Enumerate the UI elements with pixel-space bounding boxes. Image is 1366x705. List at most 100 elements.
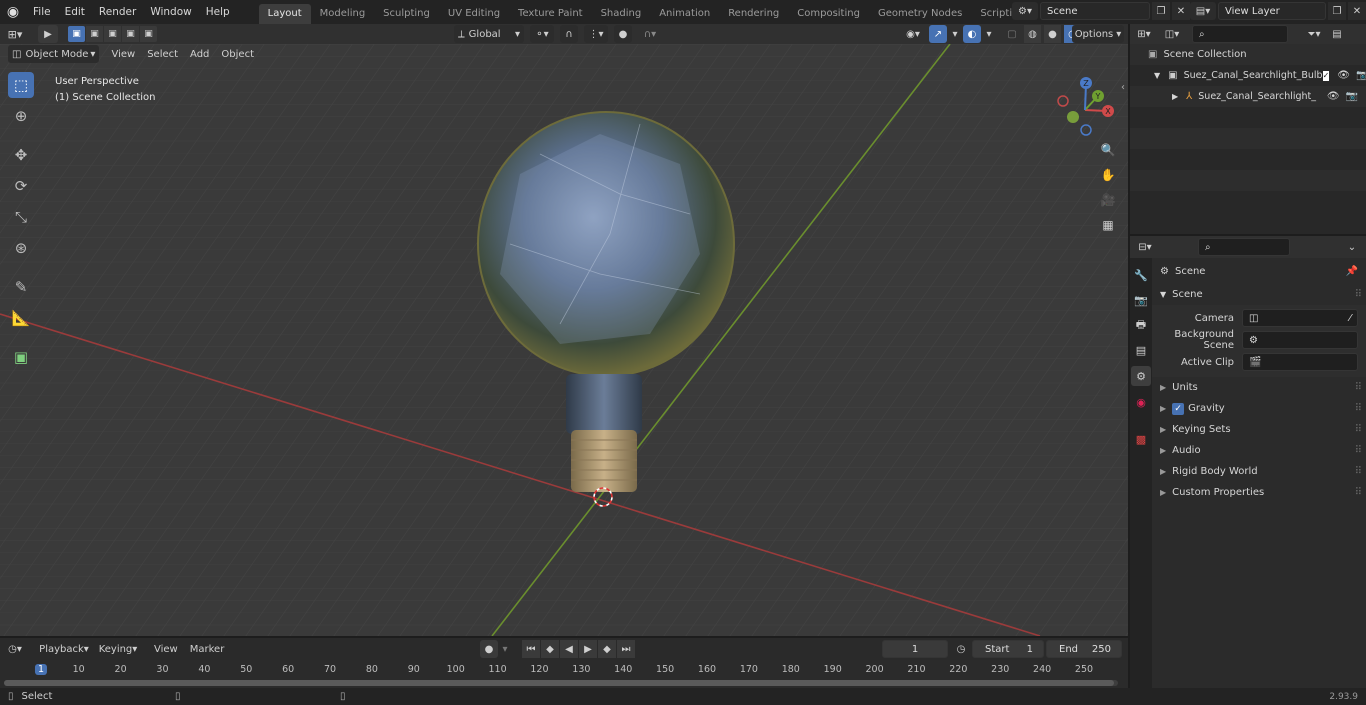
world-tab-icon[interactable]: ◉: [1132, 393, 1150, 411]
camera-icon[interactable]: 📷: [1356, 70, 1366, 81]
record-icon[interactable]: ●: [480, 640, 498, 658]
outliner-root-row[interactable]: ▣ Scene Collection: [1130, 44, 1366, 65]
workspace-tab-layout[interactable]: Layout: [258, 4, 311, 24]
xray-toggle-icon[interactable]: ▢: [1003, 25, 1021, 43]
display-mode-icon[interactable]: ◫▾: [1158, 25, 1186, 43]
move-tool[interactable]: ✥: [8, 142, 34, 168]
expand-arrow-icon[interactable]: ▶: [1172, 92, 1178, 101]
drag-handle-icon[interactable]: ⠿: [1355, 403, 1362, 414]
expand-arrow-icon[interactable]: ▼: [1154, 71, 1160, 80]
panel-keying-sets[interactable]: ▶ Keying Sets ⠿: [1152, 419, 1366, 440]
timeline-scrollbar-thumb[interactable]: [4, 680, 1114, 686]
exclude-checkbox-icon[interactable]: ✓: [1322, 70, 1330, 81]
drag-handle-icon[interactable]: ⠿: [1355, 382, 1362, 393]
scale-tool[interactable]: ⤡: [8, 204, 34, 230]
rotate-tool[interactable]: ⟳: [8, 173, 34, 199]
panel-rigid-body-world[interactable]: ▶ Rigid Body World ⠿: [1152, 461, 1366, 482]
jump-start-icon[interactable]: ⏮: [522, 640, 540, 658]
timeline-ruler[interactable]: 1 10 20 30 40 50 60 70 80 90 100 110 120 130 140 150 160…: [0, 660, 1128, 688]
workspace-tab-modeling[interactable]: Modeling: [311, 4, 375, 24]
menu-file[interactable]: File: [26, 2, 58, 22]
timeline-view-menu[interactable]: View: [148, 644, 184, 655]
new-collection-icon[interactable]: ▤: [1328, 25, 1346, 43]
solid-shading-icon[interactable]: ●: [1044, 25, 1061, 43]
viewport-menu-view[interactable]: View: [105, 49, 141, 60]
texture-tab-icon[interactable]: ▩: [1132, 430, 1150, 448]
falloff-icon[interactable]: ∩▾: [638, 25, 662, 43]
editor-type-icon[interactable]: ◷▾: [0, 640, 30, 658]
select-extend-icon[interactable]: ▣: [86, 26, 103, 42]
pivot-point-icon[interactable]: ⚬▾: [530, 25, 554, 43]
snap-toggle-icon[interactable]: ∩: [560, 25, 578, 43]
gravity-checkbox[interactable]: ✓: [1172, 402, 1185, 415]
editor-type-icon[interactable]: ⊟▾: [1130, 238, 1160, 256]
eye-icon[interactable]: 👁: [1327, 91, 1340, 102]
options-dropdown[interactable]: Options ▾: [1072, 25, 1124, 43]
playback-menu[interactable]: Playback ▾: [36, 640, 92, 658]
remove-view-layer-icon[interactable]: ✕: [1348, 2, 1366, 20]
timeline-marker-menu[interactable]: Marker: [184, 644, 231, 655]
background-scene-field[interactable]: ⚙: [1242, 331, 1358, 349]
gizmo-dropdown-icon[interactable]: ▾: [950, 25, 960, 43]
outliner-item-object[interactable]: ▶ ⅄ Suez_Canal_Searchlight_ 👁 📷: [1130, 86, 1366, 107]
chevron-down-icon[interactable]: ▾: [499, 640, 511, 658]
drag-handle-icon[interactable]: ⠿: [1355, 424, 1362, 435]
select-invert-icon[interactable]: ▣: [122, 26, 139, 42]
transform-orientation-dropdown[interactable]: ⟂ Global ▾: [454, 25, 524, 43]
keying-menu[interactable]: Keying ▾: [94, 640, 142, 658]
workspace-tab-rendering[interactable]: Rendering: [719, 4, 788, 24]
measure-tool[interactable]: 📐: [8, 305, 34, 331]
drag-handle-icon[interactable]: ⠿: [1355, 445, 1362, 456]
pin-icon[interactable]: 📌: [1346, 266, 1358, 277]
start-frame-field[interactable]: Start 1: [972, 640, 1044, 658]
camera-view-icon[interactable]: 🎥: [1098, 190, 1118, 210]
scene-tab-icon[interactable]: ⚙: [1131, 366, 1151, 386]
end-frame-field[interactable]: End 250: [1046, 640, 1122, 658]
select-box-tool[interactable]: ⬚: [8, 72, 34, 98]
sidebar-toggle-icon[interactable]: ‹: [1118, 80, 1128, 94]
panel-units[interactable]: ▶ Units ⠿: [1152, 377, 1366, 398]
chevron-down-icon[interactable]: ⌄: [1342, 238, 1362, 256]
play-icon[interactable]: ▶: [579, 640, 597, 658]
copy-view-layer-icon[interactable]: ❐: [1328, 2, 1346, 20]
zoom-icon[interactable]: 🔍: [1098, 140, 1118, 160]
active-clip-field[interactable]: 🎬: [1242, 353, 1358, 371]
camera-field[interactable]: ◫ ⁄: [1242, 309, 1358, 327]
viewport-menu-object[interactable]: Object: [215, 49, 260, 60]
eyedropper-icon[interactable]: ⁄: [1349, 313, 1351, 324]
3d-viewport[interactable]: X Y Z User Perspective (1) Scene Collect…: [0, 44, 1128, 636]
drag-handle-icon[interactable]: ⠿: [1355, 289, 1362, 300]
current-frame-field[interactable]: 1: [882, 640, 948, 658]
transform-tool[interactable]: ⊛: [8, 235, 34, 261]
drag-handle-icon[interactable]: ⠿: [1355, 466, 1362, 477]
annotate-tool[interactable]: ✎: [8, 274, 34, 300]
scene-name-field[interactable]: Scene: [1040, 2, 1150, 20]
workspace-tab-sculpting[interactable]: Sculpting: [374, 4, 439, 24]
timeline-scrollbar[interactable]: [4, 680, 1118, 686]
view-layer-icon[interactable]: ▤▾: [1190, 2, 1216, 20]
panel-custom-properties[interactable]: ▶ Custom Properties ⠿: [1152, 482, 1366, 503]
workspace-tab-shading[interactable]: Shading: [592, 4, 651, 24]
scene-panel-header[interactable]: ▼ Scene ⠿: [1152, 284, 1366, 305]
properties-search-input[interactable]: ⌕: [1198, 238, 1290, 256]
menu-help[interactable]: Help: [199, 2, 237, 22]
overlays-toggle-icon[interactable]: ◐: [963, 25, 981, 43]
filter-icon[interactable]: ⏷▾: [1300, 25, 1328, 43]
object-mode-dropdown[interactable]: ◫ Object Mode ▾: [8, 45, 100, 63]
prev-keyframe-icon[interactable]: ◆: [541, 640, 559, 658]
copy-scene-icon[interactable]: ❐: [1152, 2, 1170, 20]
cursor-tool[interactable]: ⊕: [8, 103, 34, 129]
view-layer-tab-icon[interactable]: ▤: [1132, 341, 1150, 359]
editor-type-icon[interactable]: ⊞▾: [0, 25, 30, 43]
output-tab-icon[interactable]: 🖶: [1132, 316, 1150, 334]
render-tab-icon[interactable]: 📷: [1132, 291, 1150, 309]
tool-tab-icon[interactable]: 🔧: [1132, 266, 1150, 284]
next-keyframe-icon[interactable]: ◆: [598, 640, 616, 658]
workspace-tab-geometry-nodes[interactable]: Geometry Nodes: [869, 4, 971, 24]
visibility-filter-icon[interactable]: ◉▾: [900, 25, 926, 43]
perspective-toggle-icon[interactable]: ▦: [1098, 215, 1118, 235]
add-cube-tool[interactable]: ▣: [8, 344, 34, 370]
menu-edit[interactable]: Edit: [58, 2, 92, 22]
select-subtract-icon[interactable]: ▣: [104, 26, 121, 42]
view-layer-field[interactable]: View Layer: [1218, 2, 1326, 20]
